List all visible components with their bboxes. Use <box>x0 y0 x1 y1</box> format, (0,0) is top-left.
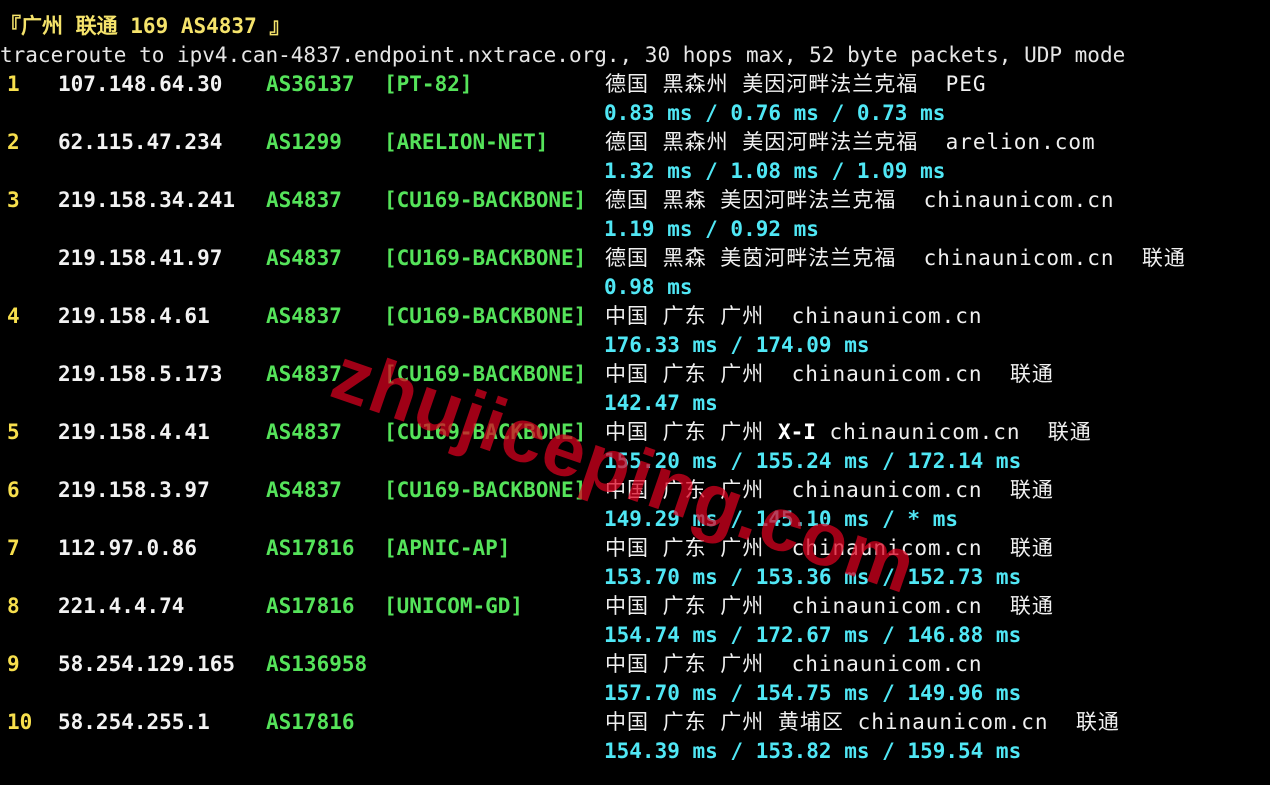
hop-asn: AS4837 <box>266 304 342 328</box>
hop-rtt: 149.29 ms / 145.10 ms / * ms <box>604 507 959 531</box>
hop-number: 1 <box>7 72 20 96</box>
hop-row: 2 62.115.47.234 AS1299 [ARELION-NET] 德国 黑森州 … <box>0 128 1270 157</box>
hop-row: 3 219.158.34.241 AS4837 [CU169-BACKBONE] 德国 … <box>0 186 1270 215</box>
hop-ip-address: 219.158.4.61 <box>58 304 210 328</box>
hop-rtt: 0.98 ms <box>604 275 693 299</box>
hop-asn: AS4837 <box>266 246 342 270</box>
hop-rtt: 154.74 ms / 172.67 ms / 146.88 ms <box>604 623 1022 647</box>
hop-location-text: 中国 广东 广州 黄埔区 chinaunicom.cn 联通 <box>605 710 1120 734</box>
hop-number: 7 <box>7 536 20 560</box>
hop-row: 219.158.5.173 AS4837 [CU169-BACKBONE] 中国 广东… <box>0 360 1270 389</box>
hop-location-text: 德国 黑森州 美因河畔法兰克福 arelion.com <box>605 130 1096 154</box>
hop-ip-address: 219.158.41.97 <box>58 246 223 270</box>
hop-ip-address: 219.158.4.41 <box>58 420 210 444</box>
hop-network-tag: [CU169-BACKBONE] <box>384 304 587 328</box>
hop-row: 9 58.254.129.165 AS136958 中国 广东 广州 chinauni… <box>0 650 1270 679</box>
hop-rtt: 157.70 ms / 154.75 ms / 149.96 ms <box>604 681 1022 705</box>
hop-location: 中国 广东 广州 chinaunicom.cn 联通 <box>605 360 1054 389</box>
hop-location-text: 中国 广东 广州 chinaunicom.cn <box>605 652 983 676</box>
hop-asn: AS17816 <box>266 710 355 734</box>
hop-location-text: 德国 黑森 美茵河畔法兰克福 chinaunicom.cn 联通 <box>605 246 1186 270</box>
hop-network-tag: [CU169-BACKBONE] <box>384 246 587 270</box>
hop-network-tag: [CU169-BACKBONE] <box>384 478 587 502</box>
hop-number: 9 <box>7 652 20 676</box>
hop-rtt: 142.47 ms <box>604 391 718 415</box>
hop-number: 6 <box>7 478 20 502</box>
terminal-window: 『广州 联通 169 AS4837 』 traceroute to ipv4.c… <box>0 0 1270 785</box>
hop-row: 4 219.158.4.61 AS4837 [CU169-BACKBONE] 中国 广东… <box>0 302 1270 331</box>
hop-location-text: 中国 广东 广州 chinaunicom.cn 联通 <box>605 478 1054 502</box>
hop-location-text: 中国 广东 广州 chinaunicom.cn 联通 <box>605 362 1054 386</box>
hop-row: 10 58.254.255.1 AS17816 中国 广东 广州 黄埔区 chinau… <box>0 708 1270 737</box>
hop-row: 8 221.4.4.74 AS17816 [UNICOM-GD] 中国 广东 广州 ch… <box>0 592 1270 621</box>
hop-network-tag: [UNICOM-GD] <box>384 594 524 618</box>
hop-asn: AS4837 <box>266 420 342 444</box>
hop-asn: AS1299 <box>266 130 342 154</box>
hop-row: 7 112.97.0.86 AS17816 [APNIC-AP] 中国 广东 广州 ch… <box>0 534 1270 563</box>
hop-location: 中国 广东 广州 X-I chinaunicom.cn 联通 <box>605 418 1092 447</box>
hop-rtt: 1.32 ms / 1.08 ms / 1.09 ms <box>604 159 946 183</box>
hop-location: 中国 广东 广州 chinaunicom.cn 联通 <box>605 476 1054 505</box>
hop-location-text: 中国 广东 广州 chinaunicom.cn 联通 <box>605 536 1054 560</box>
hop-network-tag: [CU169-BACKBONE] <box>384 420 587 444</box>
hop-ip-address: 221.4.4.74 <box>58 594 185 618</box>
hop-location: 德国 黑森 美茵河畔法兰克福 chinaunicom.cn 联通 <box>605 244 1186 273</box>
hop-rtt: 153.70 ms / 153.36 ms / 152.73 ms <box>604 565 1022 589</box>
hop-network-tag: [CU169-BACKBONE] <box>384 362 587 386</box>
hop-location: 中国 广东 广州 chinaunicom.cn 联通 <box>605 592 1054 621</box>
hop-location: 中国 广东 广州 黄埔区 chinaunicom.cn 联通 <box>605 708 1120 737</box>
hop-row: 219.158.41.97 AS4837 [CU169-BACKBONE] 德国 黑森… <box>0 244 1270 273</box>
route-title: 『广州 联通 169 AS4837 』 <box>0 14 291 38</box>
hop-network-tag: [APNIC-AP] <box>384 536 511 560</box>
hop-location: 中国 广东 广州 chinaunicom.cn <box>605 650 983 679</box>
hop-rtt: 155.20 ms / 155.24 ms / 172.14 ms <box>604 449 1022 473</box>
hop-row: 6 219.158.3.97 AS4837 [CU169-BACKBONE] 中国 广东… <box>0 476 1270 505</box>
hop-network-tag: [CU169-BACKBONE] <box>384 188 587 212</box>
hop-number: 3 <box>7 188 20 212</box>
hop-number: 5 <box>7 420 20 444</box>
hop-location-text: 德国 黑森 美因河畔法兰克福 chinaunicom.cn <box>605 188 1115 212</box>
hop-location-suffix: chinaunicom.cn 联通 <box>815 420 1092 444</box>
hop-asn: AS4837 <box>266 478 342 502</box>
hop-rtt: 1.19 ms / 0.92 ms <box>604 217 819 241</box>
hop-location: 中国 广东 广州 chinaunicom.cn <box>605 302 983 331</box>
hop-ip-address: 107.148.64.30 <box>58 72 223 96</box>
hop-location-text: 中国 广东 广州 <box>605 420 778 444</box>
hop-ip-address: 58.254.255.1 <box>58 710 210 734</box>
hop-network-tag: [PT-82] <box>384 72 473 96</box>
hop-row: 5 219.158.4.41 AS4837 [CU169-BACKBONE] 中国 广东… <box>0 418 1270 447</box>
hop-rtt: 176.33 ms / 174.09 ms <box>604 333 870 357</box>
traceroute-command: traceroute to ipv4.can-4837.endpoint.nxt… <box>0 43 1126 67</box>
hop-asn: AS36137 <box>266 72 355 96</box>
hop-location-text: 德国 黑森州 美因河畔法兰克福 PEG <box>605 72 987 96</box>
hop-extra-label: X-I <box>777 420 816 444</box>
hop-ip-address: 219.158.5.173 <box>58 362 223 386</box>
hop-asn: AS136958 <box>266 652 368 676</box>
hop-asn: AS17816 <box>266 594 355 618</box>
hop-ip-address: 112.97.0.86 <box>58 536 198 560</box>
hop-rtt: 154.39 ms / 153.82 ms / 159.54 ms <box>604 739 1022 763</box>
hop-ip-address: 62.115.47.234 <box>58 130 223 154</box>
hop-ip-address: 219.158.3.97 <box>58 478 210 502</box>
hop-location: 中国 广东 广州 chinaunicom.cn 联通 <box>605 534 1054 563</box>
hop-location: 德国 黑森州 美因河畔法兰克福 arelion.com <box>605 128 1096 157</box>
hop-ip-address: 219.158.34.241 <box>58 188 236 212</box>
hop-asn: AS4837 <box>266 188 342 212</box>
hop-network-tag: [ARELION-NET] <box>384 130 549 154</box>
hop-ip-address: 58.254.129.165 <box>58 652 236 676</box>
hop-asn: AS17816 <box>266 536 355 560</box>
hop-rtt: 0.83 ms / 0.76 ms / 0.73 ms <box>604 101 946 125</box>
hop-asn: AS4837 <box>266 362 342 386</box>
hop-number: 10 <box>7 710 33 734</box>
hop-location: 德国 黑森州 美因河畔法兰克福 PEG <box>605 70 987 99</box>
hop-location-text: 中国 广东 广州 chinaunicom.cn 联通 <box>605 594 1054 618</box>
hop-row: 1 107.148.64.30 AS36137 [PT-82] 德国 黑森州 美因河畔法… <box>0 70 1270 99</box>
hop-location: 德国 黑森 美因河畔法兰克福 chinaunicom.cn <box>605 186 1115 215</box>
hop-location-text: 中国 广东 广州 chinaunicom.cn <box>605 304 983 328</box>
hop-number: 4 <box>7 304 20 328</box>
hop-number: 2 <box>7 130 20 154</box>
hop-number: 8 <box>7 594 20 618</box>
